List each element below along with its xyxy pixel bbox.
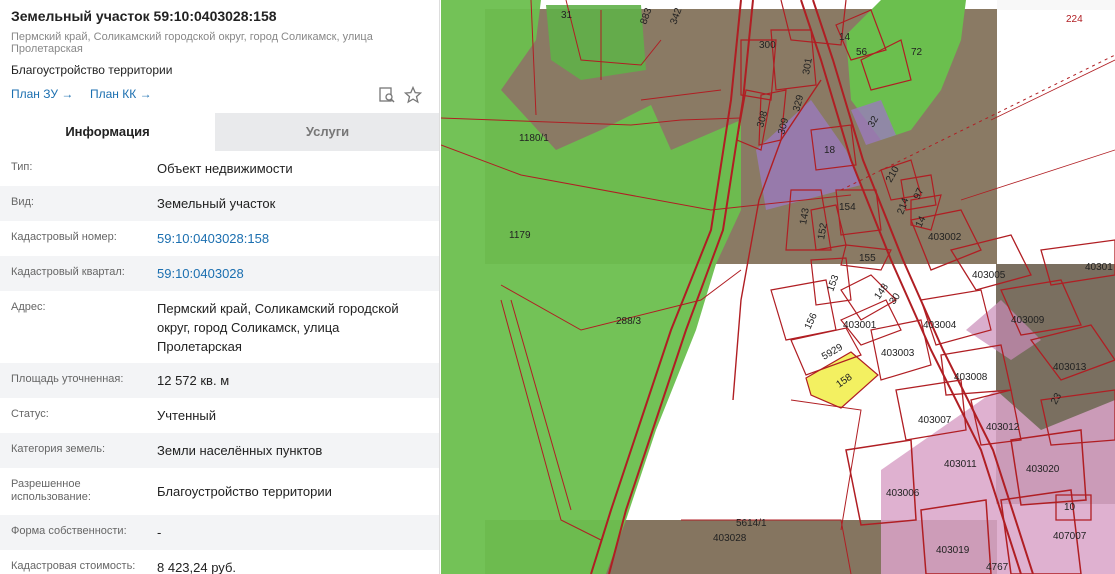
row-value: Объект недвижимости [157, 161, 293, 176]
info-row-kind: Вид: Земельный участок [0, 186, 439, 221]
info-row-cadastral-value: Кадастровая стоимость: 8 423,24 руб. [0, 550, 439, 574]
row-label: Кадастровая стоимость: [11, 560, 136, 572]
parcel-label: 403012 [986, 422, 1020, 433]
urban-zone [881, 390, 1115, 574]
info-row-permitted-use: Разрешенное использование: Благоустройств… [0, 468, 439, 515]
parcel-label: 18 [824, 145, 836, 156]
star-icon[interactable] [403, 85, 423, 109]
parcel-label: 1180/1 [519, 133, 549, 144]
row-label: Категория земель: [11, 443, 106, 455]
row-value: 12 572 кв. м [157, 373, 230, 388]
parcel-label: 56 [856, 47, 868, 58]
parcel-label: 224 [1066, 14, 1083, 25]
tab-information[interactable]: Информация [0, 113, 215, 151]
row-value: Земельный участок [157, 196, 276, 211]
address-line-2: Пролетарская [11, 43, 83, 55]
parcel-label: 403009 [1011, 315, 1045, 326]
parcel-label: 403013 [1053, 362, 1087, 373]
parcel-label: 10 [1064, 502, 1076, 513]
usage-text: Благоустройство территории [11, 63, 173, 77]
row-value: Земли населённых пунктов [157, 443, 323, 458]
parcel-label: 154 [839, 202, 856, 213]
parcel-label: 403003 [881, 348, 915, 359]
info-panel: Земельный участок 59:10:0403028:158 Перм… [0, 0, 440, 574]
parcel-label: 403020 [1026, 464, 1060, 475]
row-label: Адрес: [11, 301, 46, 313]
row-label: Площадь уточненная: [11, 373, 124, 385]
address-subtitle: Пермский край, Соликамский городской окр… [11, 31, 391, 55]
row-value: Благоустройство территории [157, 484, 332, 499]
address-line-1: Пермский край, Соликамский городской окр… [11, 31, 373, 43]
row-label: Кадастровый номер: [11, 231, 117, 243]
plan-kk-link[interactable]: План КК → [90, 87, 152, 101]
row-label: Статус: [11, 408, 49, 420]
parcel-label: 5614/1 [736, 518, 767, 529]
parcel-label: 40301 [1085, 262, 1113, 273]
row-label: Разрешенное использование: [11, 478, 91, 503]
row-label: Тип: [11, 161, 33, 173]
info-row-cadastral-quarter: Кадастровый квартал: 59:10:0403028 [0, 256, 439, 291]
info-table: Тип: Объект недвижимости Вид: Земельный уч… [0, 151, 439, 574]
info-row-ownership: Форма собственности: - [0, 515, 439, 550]
cadastral-map[interactable]: 31 883 342 300 301 329 308 309 14 56 72 … [441, 0, 1115, 574]
parcel-label: 403007 [918, 415, 952, 426]
parcel-label: 155 [859, 253, 876, 264]
row-label: Вид: [11, 196, 34, 208]
parcel-label: 403002 [928, 232, 962, 243]
tab-services[interactable]: Услуги [215, 113, 439, 151]
map-canvas[interactable]: 31 883 342 300 301 329 308 309 14 56 72 … [441, 0, 1115, 574]
parcel-label: 14 [839, 32, 851, 43]
parcel-label: 156 [803, 311, 820, 331]
parcel-label: 153 [825, 273, 841, 293]
white-area [997, 0, 1115, 10]
parcel-label: 72 [911, 47, 923, 58]
parcel-label: 403011 [944, 459, 977, 470]
parcel-label: 300 [759, 40, 776, 51]
parcel-label: 403004 [923, 320, 957, 331]
plan-zu-link[interactable]: План ЗУ → [11, 87, 73, 101]
row-value: - [157, 525, 162, 540]
info-row-land-category: Категория земель: Земли населённых пункто… [0, 433, 439, 468]
row-value: Учтенный [157, 408, 217, 423]
cadastral-number-link[interactable]: 59:10:0403028:158 [157, 229, 427, 248]
parcel-label: 403001 [843, 320, 877, 331]
row-value: Пермский край, Соликамский городской окр… [157, 301, 399, 354]
page-title: Земельный участок 59:10:0403028:158 [11, 8, 277, 24]
parcel-label: 403019 [936, 545, 970, 556]
row-label: Кадастровый квартал: [11, 266, 125, 278]
tab-bar: Информация Услуги [0, 113, 439, 151]
row-value: 8 423,24 руб. [157, 560, 237, 574]
parcel-label: 403005 [972, 270, 1006, 281]
search-document-icon[interactable] [378, 86, 396, 109]
info-row-cadastral-number: Кадастровый номер: 59:10:0403028:158 [0, 221, 439, 256]
info-row-area: Площадь уточненная: 12 572 кв. м [0, 363, 439, 398]
info-row-status: Статус: Учтенный [0, 398, 439, 433]
parcel-label: 31 [561, 10, 573, 21]
cadastral-quarter-link[interactable]: 59:10:0403028 [157, 264, 427, 283]
parcel-label: 4767 [986, 562, 1009, 573]
parcel-label: 403006 [886, 488, 920, 499]
parcel-label: 403008 [954, 372, 988, 383]
row-label: Форма собственности: [11, 525, 127, 537]
info-row-address: Адрес: Пермский край, Соликамский городск… [0, 291, 439, 363]
parcel-label: 407007 [1053, 531, 1087, 542]
parcel-label: 288/3 [616, 316, 641, 327]
parcel-label: 403028 [713, 533, 747, 544]
parcel-label: 1179 [509, 230, 531, 241]
info-row-type: Тип: Объект недвижимости [0, 151, 439, 186]
